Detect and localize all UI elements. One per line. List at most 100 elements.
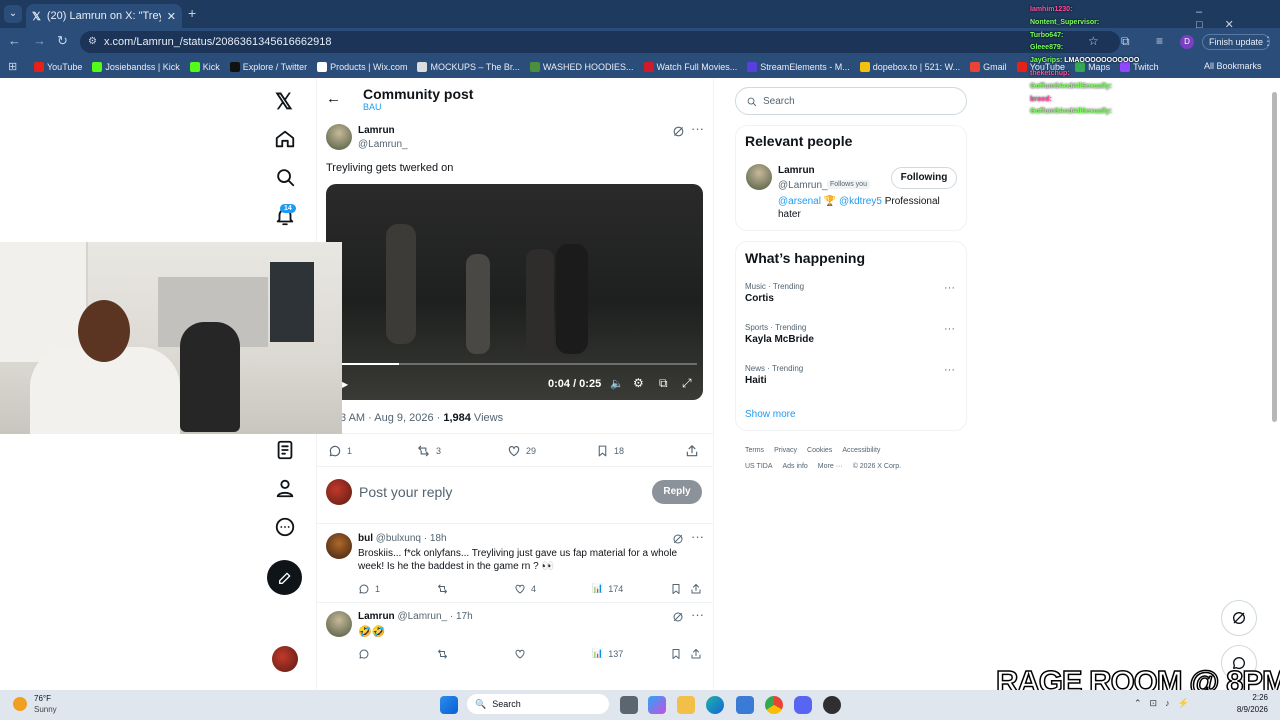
heart-icon[interactable]	[514, 648, 526, 660]
apps-grid-icon[interactable]: ⊞	[8, 60, 17, 73]
clock-date[interactable]: 8/9/2026	[1222, 705, 1268, 714]
profile-avatar[interactable]: D	[1180, 35, 1194, 49]
bookmark-action[interactable]: 18	[596, 444, 624, 458]
clock-time[interactable]: 2:26	[1240, 693, 1268, 702]
search-icon[interactable]	[274, 166, 296, 188]
reply-more-icon[interactable]: ···	[691, 529, 704, 544]
bio-link[interactable]: @arsenal	[778, 196, 821, 207]
bookmark-icon[interactable]	[670, 583, 682, 595]
reply-handle[interactable]: @bulxunq · 18h	[376, 533, 447, 544]
more-circle-icon[interactable]	[274, 516, 296, 538]
x-logo-icon[interactable]: 𝕏	[275, 89, 293, 115]
reply-more-icon[interactable]: ···	[691, 607, 704, 622]
video-player[interactable]: ▶ 0:04 / 0:25 🔈 ⚙ ⧉ ⤢	[326, 184, 703, 400]
weather-condition[interactable]: Sunny	[34, 705, 57, 714]
bookmark-item[interactable]: Kick	[189, 62, 220, 72]
finish-update-button[interactable]: Finish update	[1202, 34, 1271, 50]
reply-author[interactable]: bul	[358, 533, 373, 544]
tab-search-button[interactable]: ⌄	[4, 5, 22, 23]
tray-icons[interactable]: ⌃⊡♪⚡	[1134, 698, 1197, 709]
bookmark-item[interactable]: MOCKUPS – The Br...	[417, 62, 520, 72]
footer-link[interactable]: Cookies	[807, 447, 832, 454]
person-avatar[interactable]	[746, 164, 772, 190]
search-box[interactable]: Search	[735, 87, 967, 115]
close-tab-icon[interactable]: ✕	[167, 10, 176, 23]
edge-icon[interactable]	[706, 696, 724, 714]
home-icon[interactable]	[274, 128, 296, 150]
following-button[interactable]: Following	[891, 167, 957, 189]
share-icon[interactable]	[690, 583, 702, 595]
author-handle[interactable]: @Lamrun_	[358, 139, 408, 150]
obs-icon[interactable]	[823, 696, 841, 714]
site-info-icon[interactable]: ⚙	[88, 36, 97, 47]
person-handle[interactable]: @Lamrun_	[778, 180, 828, 191]
post-timestamp[interactable]: 3 AM · Aug 9, 2026 ·	[340, 412, 443, 424]
views-action[interactable]: 📊 137	[592, 648, 623, 659]
settings-icon[interactable]: ⚙	[633, 376, 644, 390]
grok-icon[interactable]	[672, 533, 684, 545]
all-bookmarks-button[interactable]: All Bookmarks	[1204, 61, 1262, 71]
start-icon[interactable]	[440, 696, 458, 714]
show-more-link[interactable]: Show more	[745, 409, 796, 420]
reply-action[interactable]: 1	[328, 444, 352, 458]
back-icon[interactable]: ←	[8, 33, 21, 48]
views-action[interactable]: 📊 174	[592, 583, 623, 594]
reply-action[interactable]	[358, 648, 375, 660]
reply-action[interactable]: 1	[358, 583, 380, 595]
trend-more-icon[interactable]: ···	[944, 282, 955, 294]
share-icon[interactable]	[685, 444, 699, 458]
store-icon[interactable]	[736, 696, 754, 714]
lists-icon[interactable]	[274, 439, 296, 461]
footer-link[interactable]: More ···	[818, 463, 843, 470]
back-arrow-icon[interactable]: ←	[326, 90, 341, 107]
video-progress-track[interactable]	[342, 363, 697, 365]
bookmark-item[interactable]: Gmail	[970, 62, 1007, 72]
grok-icon[interactable]	[672, 125, 685, 138]
footer-link[interactable]: Terms	[745, 447, 764, 454]
volume-icon[interactable]: 🔈	[610, 377, 624, 390]
reply-handle[interactable]: @Lamrun_ · 17h	[397, 611, 472, 622]
bookmark-item[interactable]: Josiebandss | Kick	[92, 62, 180, 72]
page-subtitle[interactable]: BAU	[363, 102, 382, 112]
grok-icon[interactable]	[672, 611, 684, 623]
bookmark-item[interactable]: StreamElements - M...	[747, 62, 850, 72]
footer-link[interactable]: Ads info	[783, 463, 808, 470]
repost-icon[interactable]	[436, 648, 449, 660]
taskbar-search[interactable]: 🔍 Search	[467, 694, 609, 714]
bookmark-item[interactable]: Watch Full Movies...	[643, 62, 737, 72]
reply-input[interactable]: Post your reply	[359, 484, 452, 500]
trend-item[interactable]: News · Trending Haiti	[745, 364, 803, 386]
trend-item[interactable]: Music · Trending Cortis	[745, 282, 804, 304]
copilot-icon[interactable]	[648, 696, 666, 714]
account-avatar[interactable]	[272, 646, 298, 672]
new-tab-button[interactable]: +	[188, 5, 196, 21]
address-bar[interactable]: x.com/Lamrun_/status/2086361345616662918	[80, 31, 1120, 53]
weather-icon[interactable]	[13, 697, 27, 711]
like-action[interactable]: 29	[507, 444, 536, 458]
chrome-icon[interactable]	[765, 696, 783, 714]
weather-temp[interactable]: 76°F	[34, 694, 51, 703]
play-icon[interactable]: ▶	[342, 380, 348, 389]
bookmark-item[interactable]: Explore / Twitter	[229, 62, 307, 72]
bookmark-item[interactable]: YouTube	[34, 62, 82, 72]
task-view-icon[interactable]	[620, 696, 638, 714]
reply-author[interactable]: Lamrun	[358, 611, 395, 622]
share-icon[interactable]	[690, 648, 702, 660]
footer-link[interactable]: US TIDA	[745, 463, 773, 470]
bookmark-item[interactable]: WASHED HOODIES...	[529, 62, 634, 72]
post-more-icon[interactable]: ···	[691, 121, 704, 136]
bookmark-item[interactable]: dopebox.to | 521: W...	[859, 62, 960, 72]
page-scrollbar[interactable]	[1272, 92, 1277, 422]
discord-icon[interactable]	[794, 696, 812, 714]
bookmark-icon[interactable]	[670, 648, 682, 660]
profile-icon[interactable]	[274, 477, 296, 499]
file-explorer-icon[interactable]	[677, 696, 695, 714]
like-action[interactable]: 4	[514, 583, 536, 595]
bio-link[interactable]: @kdtrey5	[839, 196, 882, 207]
reload-icon[interactable]: ↻	[57, 33, 68, 49]
bookmark-item[interactable]: Products | Wix.com	[317, 62, 407, 72]
trend-more-icon[interactable]: ···	[944, 323, 955, 335]
fullscreen-icon[interactable]: ⤢	[682, 376, 692, 391]
repost-action[interactable]: 3	[416, 444, 441, 458]
trend-item[interactable]: Sports · Trending Kayla McBride	[745, 323, 814, 345]
